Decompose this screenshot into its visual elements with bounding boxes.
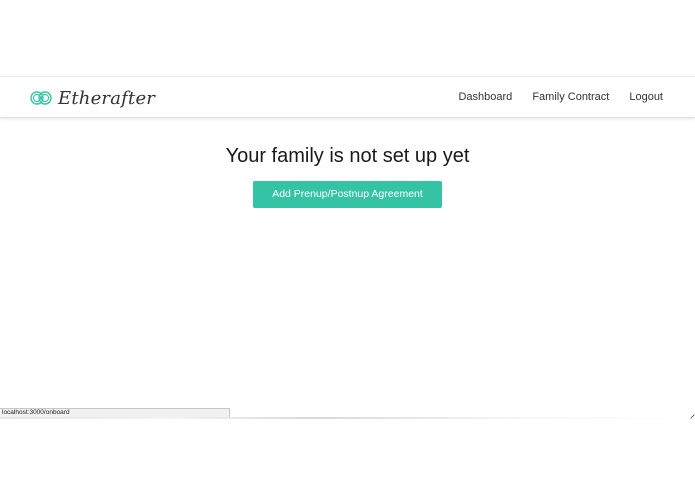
page-headline: Your family is not set up yet — [225, 145, 470, 167]
brand-name: Etherafter — [58, 87, 156, 109]
interlocking-rings-icon — [30, 91, 52, 105]
nav-link-logout[interactable]: Logout — [629, 91, 663, 103]
navbar: Etherafter Dashboard Family Contract Log… — [0, 76, 695, 118]
add-prenup-postnup-button[interactable]: Add Prenup/Postnup Agreement — [253, 181, 442, 208]
resize-corner-icon — [690, 414, 695, 419]
nav-link-dashboard[interactable]: Dashboard — [458, 91, 512, 103]
brand-logo-link[interactable]: Etherafter — [30, 85, 155, 111]
divider — [0, 417, 695, 419]
nav-links: Dashboard Family Contract Logout — [458, 77, 663, 117]
main-content: Your family is not set up yet Add Prenup… — [0, 140, 695, 208]
nav-link-family-contract[interactable]: Family Contract — [532, 91, 609, 103]
